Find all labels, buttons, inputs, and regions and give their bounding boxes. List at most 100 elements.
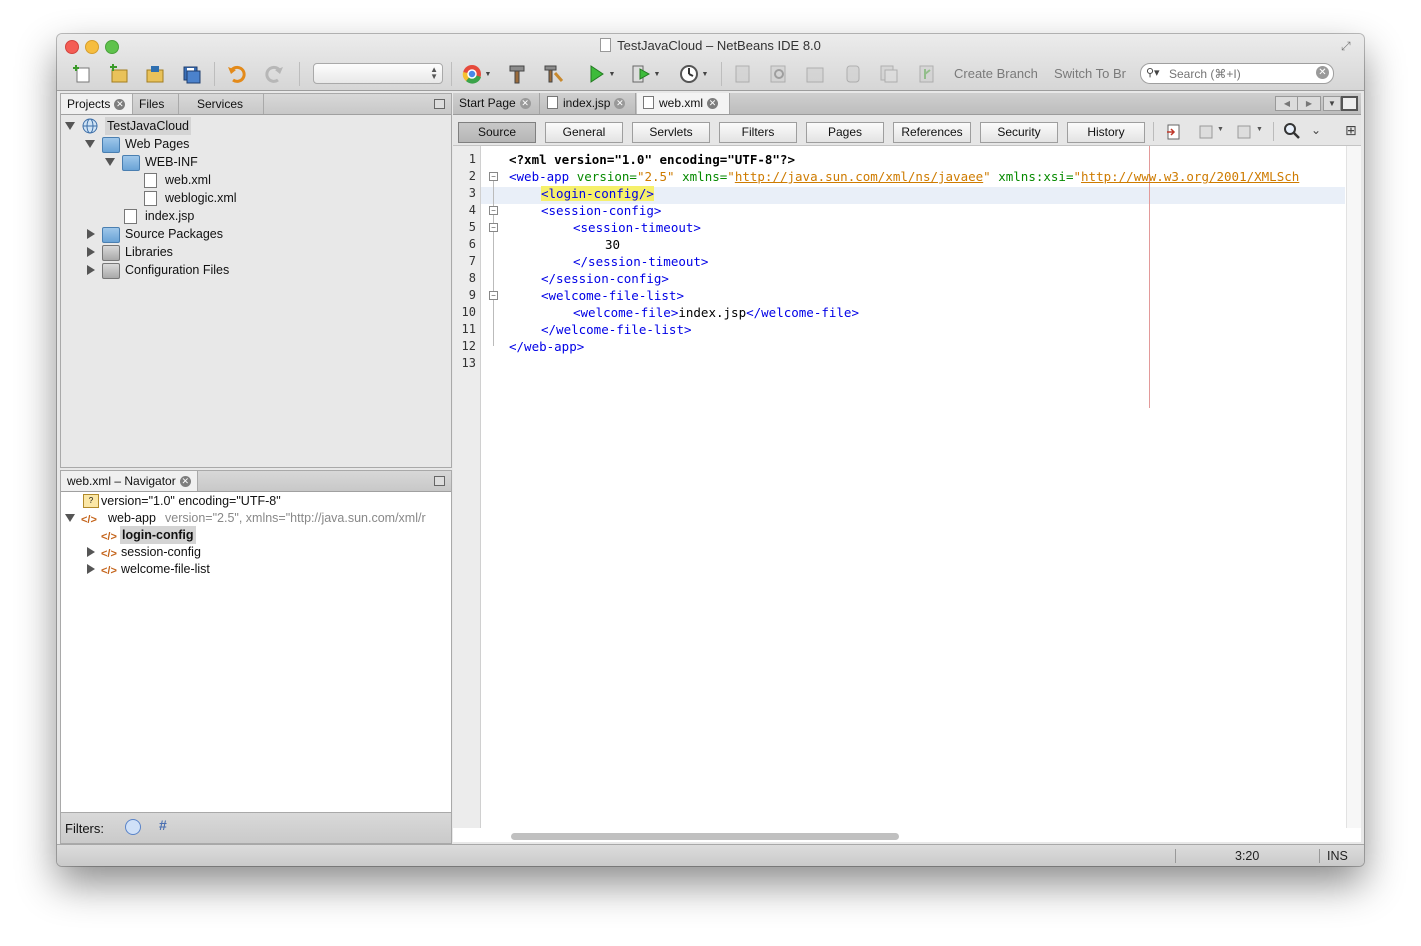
view-general-button[interactable]: General — [545, 122, 623, 143]
show-history-button[interactable] — [731, 62, 755, 86]
expand-toggle-icon[interactable] — [87, 247, 95, 257]
tab-web-xml[interactable]: web.xml ✕ — [637, 93, 730, 114]
expand-toggle-icon[interactable] — [87, 229, 95, 239]
expand-toggle-icon[interactable] — [87, 265, 95, 275]
commit-button[interactable] — [803, 62, 827, 86]
run-project-button[interactable]: ▼ — [583, 62, 617, 86]
tree-item-web-inf[interactable]: WEB-INF — [61, 153, 451, 171]
tree-item-web-xml[interactable]: web.xml — [61, 171, 451, 189]
diff-button[interactable] — [767, 62, 791, 86]
nav-item-web-app[interactable]: </> web-app version="2.5", xmlns="http:/… — [61, 509, 451, 527]
close-tab-icon[interactable]: ✕ — [614, 98, 626, 110]
new-project-button[interactable] — [107, 62, 131, 86]
open-project-button[interactable] — [143, 62, 167, 86]
view-pages-button[interactable]: Pages — [806, 122, 884, 143]
view-filters-button[interactable]: Filters — [719, 122, 797, 143]
expand-toggle-icon[interactable] — [85, 140, 95, 148]
line-number: 5 — [468, 220, 476, 234]
view-security-button[interactable]: Security — [980, 122, 1058, 143]
minimize-panel-button[interactable] — [434, 99, 445, 109]
save-all-button[interactable] — [179, 62, 203, 86]
build-button[interactable] — [505, 62, 529, 86]
filter-content-icon[interactable]: # — [159, 817, 167, 833]
filter-attributes-icon[interactable] — [125, 819, 141, 835]
close-tab-icon[interactable]: ✕ — [519, 98, 531, 110]
fold-toggle-icon[interactable]: − — [489, 172, 498, 181]
fold-toggle-icon[interactable]: − — [489, 206, 498, 215]
view-references-button[interactable]: References — [893, 122, 971, 143]
nav-item-welcome-file-list[interactable]: </> welcome-file-list — [61, 560, 451, 578]
nav-item-session-config[interactable]: </> session-config — [61, 543, 451, 561]
browser-select-button[interactable]: ▼ — [458, 62, 494, 86]
profile-project-button[interactable]: ▼ — [673, 62, 713, 86]
tab-start-page[interactable]: Start Page ✕ — [453, 93, 540, 114]
find-icon[interactable] — [1283, 122, 1301, 140]
more-actions-icon[interactable]: ⌄ — [1311, 123, 1321, 137]
close-tab-icon[interactable]: ✕ — [114, 99, 126, 111]
nav-item-login-config[interactable]: </> login-config — [61, 526, 451, 544]
back-dropdown-icon[interactable]: ▼ — [1217, 126, 1224, 133]
forward-icon[interactable] — [1235, 123, 1253, 141]
branch-button[interactable] — [915, 62, 939, 86]
repository-button[interactable] — [841, 62, 865, 86]
line-number: 2 — [468, 169, 476, 183]
debug-project-button[interactable]: ▼ — [625, 62, 665, 86]
expand-toggle-icon[interactable] — [105, 158, 115, 166]
insert-mode-indicator[interactable]: INS — [1327, 849, 1348, 863]
show-opened-documents-button[interactable]: ▼ — [1323, 96, 1341, 111]
undo-icon — [228, 65, 246, 83]
view-history-button[interactable]: History — [1067, 122, 1145, 143]
tree-item-source-packages[interactable]: Source Packages — [61, 225, 451, 243]
split-editor-icon[interactable]: ⊞ — [1345, 122, 1357, 139]
scroll-tabs-right-button[interactable]: ▶ — [1297, 96, 1321, 111]
forward-dropdown-icon[interactable]: ▼ — [1256, 126, 1263, 133]
tab-files[interactable]: Files — [133, 94, 179, 114]
redo-button[interactable] — [262, 62, 286, 86]
minimize-panel-button[interactable] — [434, 476, 445, 486]
nav-item-xml-declaration[interactable]: ? version="1.0" encoding="UTF-8" — [61, 492, 451, 510]
clear-search-icon[interactable]: ✕ — [1316, 66, 1329, 79]
tab-index-jsp[interactable]: index.jsp ✕ — [541, 93, 636, 114]
new-file-button[interactable] — [71, 62, 95, 86]
fold-toggle-icon[interactable]: − — [489, 223, 498, 232]
tab-services[interactable]: Services — [179, 94, 264, 114]
code-editor[interactable]: 1 2 3 4 5 6 7 8 9 10 11 12 13 − − − − <?… — [453, 146, 1361, 842]
toolbar-separator — [1153, 122, 1154, 141]
tree-item-libraries[interactable]: Libraries — [61, 243, 451, 261]
toolbar-separator — [1273, 122, 1274, 141]
back-icon[interactable] — [1197, 123, 1215, 141]
tree-item-weblogic-xml[interactable]: weblogic.xml — [61, 189, 451, 207]
update-button[interactable] — [877, 62, 901, 86]
clean-build-button[interactable] — [541, 62, 565, 86]
save-all-icon — [183, 66, 201, 84]
tab-navigator[interactable]: web.xml – Navigator ✕ — [61, 471, 198, 491]
tab-projects[interactable]: Projects ✕ — [61, 94, 133, 114]
undo-button[interactable] — [225, 62, 249, 86]
configuration-select[interactable]: ▲ ▼ — [313, 63, 443, 84]
switch-to-branch-button[interactable]: Switch To Br — [1054, 66, 1128, 81]
tree-item-testjavacloud[interactable]: TestJavaCloud — [61, 117, 451, 135]
view-source-button[interactable]: Source — [458, 122, 536, 143]
tree-item-index-jsp[interactable]: index.jsp — [61, 207, 451, 225]
scroll-tabs-left-button[interactable]: ◀ — [1275, 96, 1299, 111]
line-number: 8 — [468, 271, 476, 285]
fullscreen-icon[interactable]: ⤢ — [1341, 39, 1355, 53]
maximize-window-icon[interactable] — [1341, 96, 1358, 111]
editor-horizontal-scrollbar[interactable] — [511, 833, 899, 840]
view-servlets-button[interactable]: Servlets — [632, 122, 710, 143]
fold-toggle-icon[interactable]: − — [489, 291, 498, 300]
tree-item-configuration-files[interactable]: Configuration Files — [61, 261, 451, 279]
close-tab-icon[interactable]: ✕ — [707, 98, 719, 110]
code-line-3: <login-config/> — [541, 186, 654, 201]
close-tab-icon[interactable]: ✕ — [179, 476, 191, 488]
create-branch-button[interactable]: Create Branch — [954, 66, 1038, 81]
jsp-file-icon — [124, 209, 137, 224]
last-edit-icon[interactable] — [1165, 123, 1183, 141]
tree-item-web-pages[interactable]: Web Pages — [61, 135, 451, 153]
search-box[interactable]: ⚲▾ ✕ — [1140, 63, 1334, 84]
expand-toggle-icon[interactable] — [65, 122, 75, 130]
expand-toggle-icon[interactable] — [65, 514, 75, 522]
expand-toggle-icon[interactable] — [87, 564, 95, 574]
expand-toggle-icon[interactable] — [87, 547, 95, 557]
search-input[interactable] — [1167, 65, 1311, 82]
